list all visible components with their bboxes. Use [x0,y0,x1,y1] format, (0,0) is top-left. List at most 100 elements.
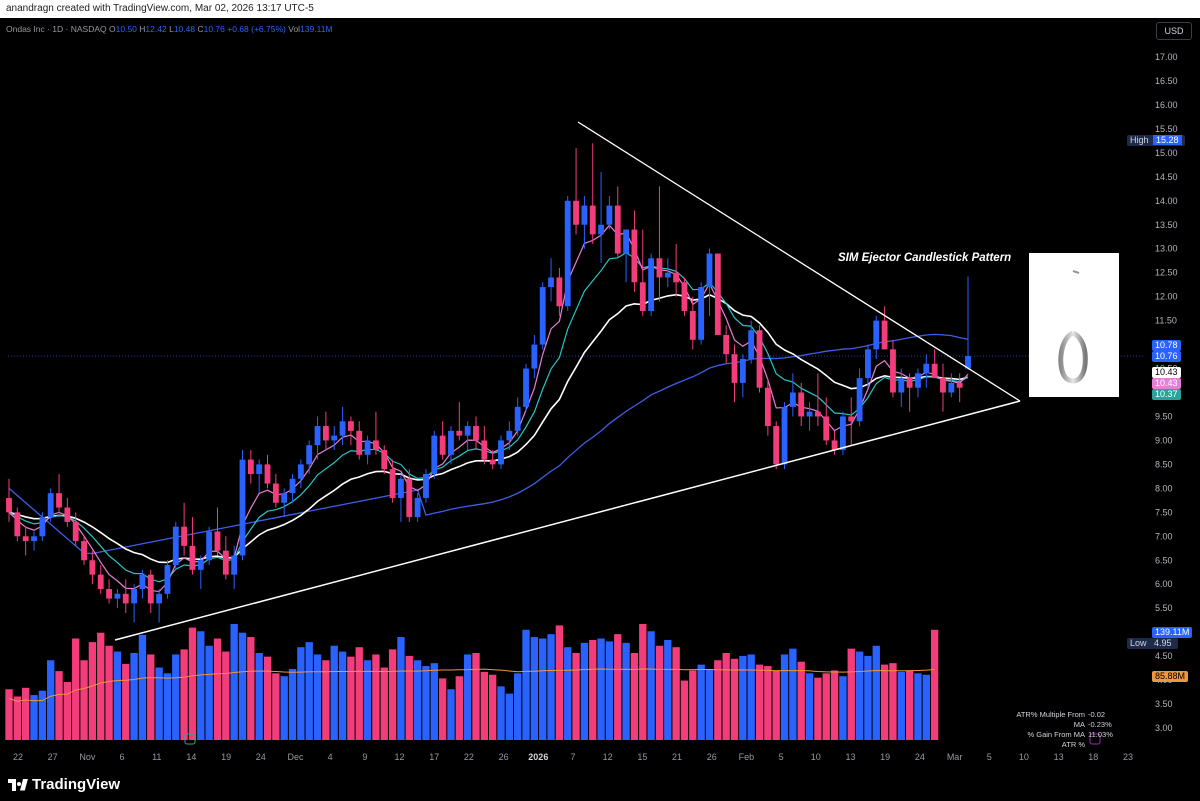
volume-bar [880,664,889,740]
tradingview-brand[interactable]: TradingView [8,776,120,793]
candle-body [781,406,788,465]
x-tick-label: 2026 [528,752,548,762]
candle-body [814,411,821,417]
volume-bar [564,647,572,740]
high-label-tag: High 15.28 [1127,135,1185,146]
price-tag-2: 10.76 [1152,351,1181,362]
volume-bar [672,647,680,740]
volume-bar [372,654,380,740]
volume-bar [172,654,180,740]
x-tick-label: 24 [256,752,266,762]
y-tick-label: 3.50 [1155,699,1173,709]
volume-bar [97,632,105,740]
volume-bar [855,651,864,740]
volume-bar [539,638,547,740]
volume-bar [555,625,564,740]
x-tick-label: Dec [287,752,304,762]
tradingview-logo-icon [8,778,28,791]
currency-button[interactable]: USD [1156,22,1192,40]
low-label-tag: Low 4.95 [1127,638,1178,649]
volume-bar [739,655,747,740]
volume-bar [547,634,555,740]
volume-bar [705,668,714,740]
volume-bar [655,645,664,740]
volume-bar [730,658,739,740]
volume-bar [780,654,789,740]
volume-bar [572,653,580,740]
volume-bar [288,668,297,740]
candle-body [114,593,121,599]
candle-body [956,382,963,388]
legend-change: +0.68 (+6.75%) [227,24,286,34]
candle-body [339,421,346,436]
volume-bar [230,624,238,740]
candle-body [739,358,746,383]
stat-value-atr-multiple: -0.02 [1088,710,1106,719]
pattern-annotation: SIM Ejector Candlestick Pattern [838,252,1012,264]
x-tick-label: 7 [570,752,575,762]
candle-body [206,531,213,561]
y-tick-label: 14.00 [1155,196,1178,206]
x-tick-label: 5 [779,752,784,762]
candle-body [439,435,446,455]
volume-bar [413,660,422,740]
stat-value-gain: -0.23% [1088,720,1112,729]
y-tick-label: 12.50 [1155,268,1178,278]
volume-bar [905,670,914,740]
volume-bar [122,663,130,740]
candle-body [623,229,630,254]
candle-body [197,560,204,570]
ma-5-line [8,224,969,593]
y-tick-label: 16.50 [1155,76,1178,86]
candle-body [381,450,388,470]
candle-body [289,478,296,494]
volume-bar [847,648,855,740]
candle-body [456,430,463,436]
volume-bar [330,645,338,740]
volume-bar [480,671,488,740]
volume-bar [88,642,97,740]
y-tick-label: 8.00 [1155,483,1173,493]
candle-body [756,330,763,388]
x-tick-label: 24 [915,752,925,762]
candle-body [423,473,429,498]
volume-bar [822,673,830,740]
volume-bar [522,629,530,740]
x-tick-label: 27 [48,752,58,762]
volume-bar [255,653,263,740]
y-tick-label: 12.00 [1155,292,1178,302]
volume-bar [839,676,847,740]
candle-body [573,200,579,225]
candle-body [489,459,496,465]
candle-body [564,200,571,307]
x-tick-label: 11 [152,752,161,762]
volume-bar [747,654,755,740]
sim-ejector-pin-image [1029,253,1119,397]
x-tick-label: 13 [845,752,855,762]
volume-bar [138,634,147,740]
price-tag-4: 10.43 [1152,378,1181,389]
volume-bar [872,645,880,740]
price-tag-3: 10.43 [1152,367,1181,378]
price-chart[interactable]: 3.003.504.004.505.005.506.006.507.007.50… [0,0,1200,771]
y-tick-label: 16.00 [1155,100,1178,110]
candle-body [97,574,104,590]
volume-bar [889,663,897,740]
volume-bar [664,639,672,740]
candle-body [539,287,546,345]
volume-bar [155,667,163,740]
volume-bar [772,670,780,740]
x-tick-label: 9 [362,752,367,762]
x-tick-label: 26 [707,752,717,762]
y-tick-label: 15.50 [1155,124,1178,134]
candle-body [264,464,271,484]
candle-body [631,229,638,283]
candle-body [898,378,905,393]
volume-bar [789,648,797,740]
volume-bar [263,656,272,740]
x-tick-label: 6 [120,752,125,762]
x-tick-label: 23 [1123,752,1133,762]
volume-bar [63,682,72,740]
volume-bar [930,629,939,740]
stat-label-atr-multiple: ATR% Multiple From MA [1016,710,1085,729]
